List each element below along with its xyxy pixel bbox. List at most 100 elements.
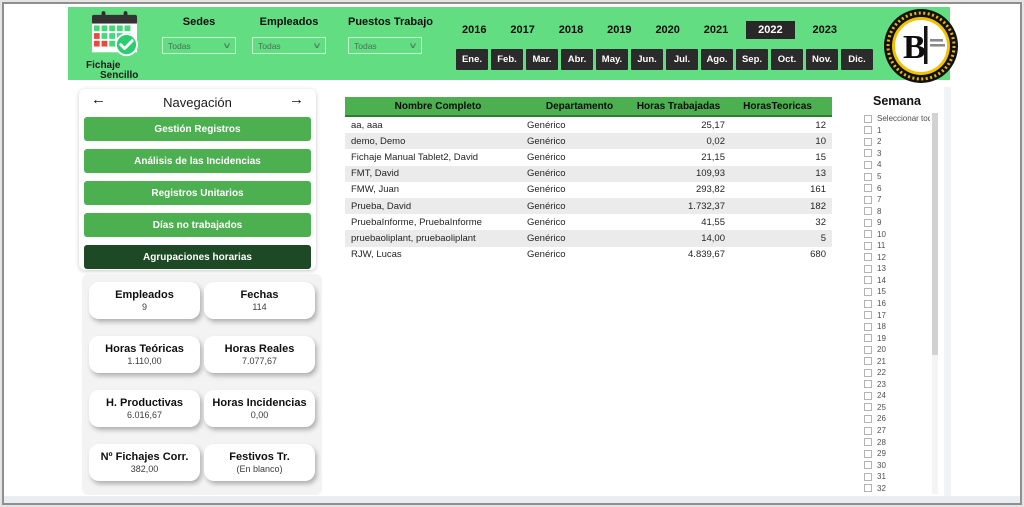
month-button-may[interactable]: May. [596,49,628,70]
week-item-15[interactable]: 15 [864,286,930,298]
checkbox-icon[interactable] [864,438,872,446]
week-item-16[interactable]: 16 [864,298,930,310]
year-tab-2018[interactable]: 2018 [553,21,589,39]
checkbox-icon[interactable] [864,138,872,146]
week-item-14[interactable]: 14 [864,275,930,287]
checkbox-icon[interactable] [864,415,872,423]
table-row[interactable]: pruebaoliplant, pruebaoliplantGenérico14… [345,230,832,246]
checkbox-icon[interactable] [864,427,872,435]
checkbox-icon[interactable] [864,450,872,458]
week-item-13[interactable]: 13 [864,263,930,275]
table-row[interactable]: RJW, LucasGenérico4.839,67680 [345,247,832,263]
year-tab-2021[interactable]: 2021 [698,21,734,39]
week-item-17[interactable]: 17 [864,309,930,321]
page-scrollbar-track[interactable] [944,87,951,497]
year-tab-2022[interactable]: 2022 [746,21,794,39]
week-item-18[interactable]: 18 [864,321,930,333]
column-header-2[interactable]: Horas Trabajadas [632,97,729,115]
checkbox-icon[interactable] [864,403,872,411]
checkbox-icon[interactable] [864,300,872,308]
week-item-7[interactable]: 7 [864,194,930,206]
month-button-mar[interactable]: Mar. [526,49,558,70]
checkbox-icon[interactable] [864,149,872,157]
checkbox-icon[interactable] [864,276,872,284]
week-item-29[interactable]: 29 [864,448,930,460]
week-select-all[interactable]: Seleccionar todo [864,113,930,125]
month-button-oct[interactable]: Oct. [771,49,803,70]
week-item-4[interactable]: 4 [864,159,930,171]
week-item-25[interactable]: 25 [864,402,930,414]
week-item-3[interactable]: 3 [864,148,930,160]
week-item-9[interactable]: 9 [864,217,930,229]
nav-item-registros-unitarios[interactable]: Registros Unitarios [84,181,311,205]
table-row[interactable]: FMW, JuanGenérico293,82161 [345,182,832,198]
week-item-31[interactable]: 31 [864,471,930,483]
week-item-23[interactable]: 23 [864,379,930,391]
table-row[interactable]: PruebaInforme, PruebaInformeGenérico41,5… [345,214,832,230]
filter-puestos-dropdown[interactable]: Todas ∨ [348,37,422,54]
month-button-jun[interactable]: Jun. [631,49,663,70]
year-tab-2017[interactable]: 2017 [504,21,540,39]
month-button-feb[interactable]: Feb. [491,49,523,70]
checkbox-icon[interactable] [864,196,872,204]
nav-item-gesti-n-registros[interactable]: Gestión Registros [84,117,311,141]
week-item-24[interactable]: 24 [864,390,930,402]
filter-sedes-dropdown[interactable]: Todas ∨ [162,37,236,54]
filter-empleados-dropdown[interactable]: Todas ∨ [252,37,326,54]
table-row[interactable]: aa, aaaGenérico25,1712 [345,117,832,133]
table-row[interactable]: Prueba, DavidGenérico1.732,37182 [345,198,832,214]
month-button-sep[interactable]: Sep. [736,49,768,70]
month-button-dic[interactable]: Dic. [841,49,873,70]
checkbox-icon[interactable] [864,357,872,365]
month-button-ene[interactable]: Ene. [456,49,488,70]
nav-item-d-as-no-trabajados[interactable]: Días no trabajados [84,213,311,237]
year-tab-2019[interactable]: 2019 [601,21,637,39]
week-scrollbar-thumb[interactable] [932,113,938,355]
checkbox-icon[interactable] [864,484,872,492]
year-tab-2023[interactable]: 2023 [807,21,843,39]
week-item-1[interactable]: 1 [864,125,930,137]
checkbox-icon[interactable] [864,392,872,400]
week-scrollbar-track[interactable] [932,113,938,494]
month-button-nov[interactable]: Nov. [806,49,838,70]
checkbox-icon[interactable] [864,461,872,469]
week-item-11[interactable]: 11 [864,240,930,252]
checkbox-icon[interactable] [864,184,872,192]
week-item-6[interactable]: 6 [864,182,930,194]
week-item-27[interactable]: 27 [864,425,930,437]
table-row[interactable]: Fichaje Manual Tablet2, DavidGenérico21,… [345,149,832,165]
nav-next-arrow[interactable]: → [289,91,304,108]
checkbox-icon[interactable] [864,473,872,481]
checkbox-icon[interactable] [864,369,872,377]
checkbox-icon[interactable] [864,346,872,354]
checkbox-icon[interactable] [864,288,872,296]
nav-item-agrupaciones-horarias[interactable]: Agrupaciones horarias [84,245,311,269]
month-button-ago[interactable]: Ago. [701,49,733,70]
column-header-3[interactable]: HorasTeoricas [729,97,832,115]
column-header-0[interactable]: Nombre Completo [345,97,525,115]
checkbox-icon[interactable] [864,126,872,134]
checkbox-icon[interactable] [864,219,872,227]
checkbox-icon[interactable] [864,207,872,215]
week-item-8[interactable]: 8 [864,205,930,217]
checkbox-icon[interactable] [864,173,872,181]
month-button-abr[interactable]: Abr. [561,49,593,70]
checkbox-icon[interactable] [864,253,872,261]
checkbox-icon[interactable] [864,265,872,273]
nav-previous-arrow[interactable]: ← [91,91,106,108]
table-row[interactable]: demo, DemoGenérico0,0210 [345,133,832,149]
column-header-1[interactable]: Departamento [525,97,632,115]
month-button-jul[interactable]: Jul. [666,49,698,70]
table-row[interactable]: FMT, DavidGenérico109,9313 [345,166,832,182]
week-item-22[interactable]: 22 [864,367,930,379]
checkbox-icon[interactable] [864,230,872,238]
week-item-12[interactable]: 12 [864,252,930,264]
week-item-26[interactable]: 26 [864,413,930,425]
week-item-30[interactable]: 30 [864,459,930,471]
week-item-5[interactable]: 5 [864,171,930,183]
week-item-20[interactable]: 20 [864,344,930,356]
checkbox-icon[interactable] [864,161,872,169]
week-item-19[interactable]: 19 [864,332,930,344]
checkbox-icon[interactable] [864,334,872,342]
year-tab-2016[interactable]: 2016 [456,21,492,39]
